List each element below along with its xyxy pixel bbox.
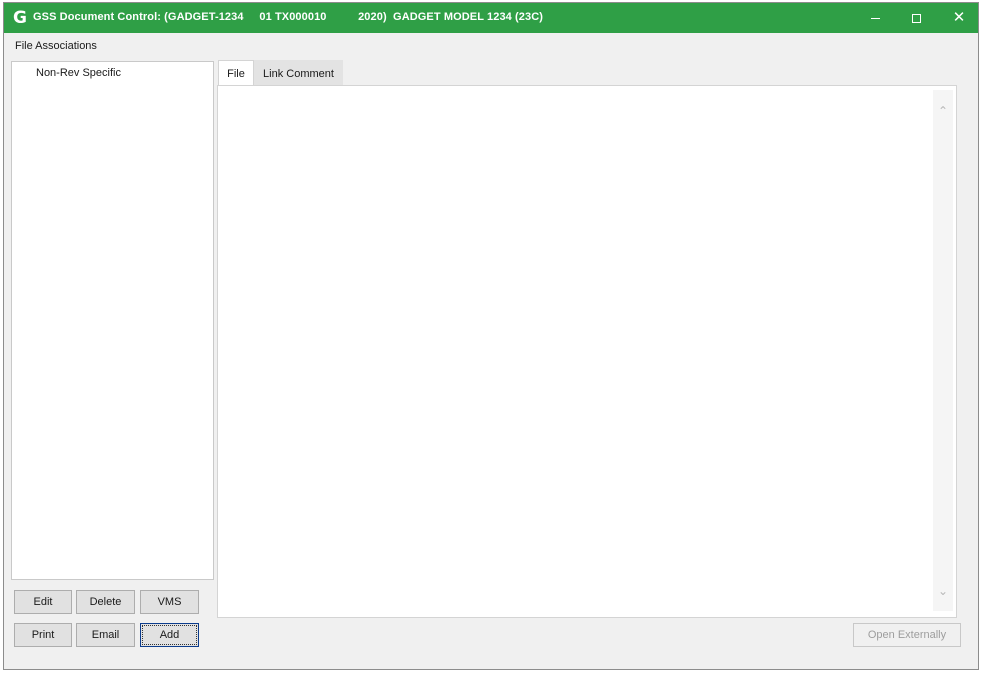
add-button[interactable]: Add [140,623,199,647]
maximize-icon [912,14,921,23]
close-icon: ✕ [952,9,966,26]
list-item[interactable]: Non-Rev Specific [36,67,121,79]
tab-file[interactable]: File [218,60,254,86]
file-associations-label: File Associations [15,40,97,52]
email-button[interactable]: Email [76,623,135,647]
scroll-up-icon[interactable]: ⌃ [936,104,950,118]
delete-button[interactable]: Delete [76,590,135,614]
maximize-button[interactable] [894,3,940,33]
file-preview-area[interactable] [224,90,932,611]
vms-button[interactable]: VMS [140,590,199,614]
window-title: GSS Document Control: (GADGET-1234 01 TX… [33,11,544,23]
edit-button[interactable]: Edit [14,590,72,614]
open-externally-button[interactable]: Open Externally [853,623,961,647]
app-window: G GSS Document Control: (GADGET-1234 01 … [3,2,979,670]
print-button[interactable]: Print [14,623,72,647]
minimize-icon [871,18,880,19]
vertical-scrollbar[interactable]: ⌃ ⌄ [933,90,953,611]
title-bar[interactable]: G GSS Document Control: (GADGET-1234 01 … [4,3,978,33]
app-logo-icon: G [13,8,27,28]
minimize-button[interactable] [852,3,898,33]
file-associations-list[interactable]: Non-Rev Specific [11,61,214,580]
close-button[interactable]: ✕ [936,3,982,33]
file-content-panel: ⌃ ⌄ [217,85,957,618]
scroll-down-icon[interactable]: ⌄ [936,584,950,598]
tab-link-comment[interactable]: Link Comment [254,60,343,86]
